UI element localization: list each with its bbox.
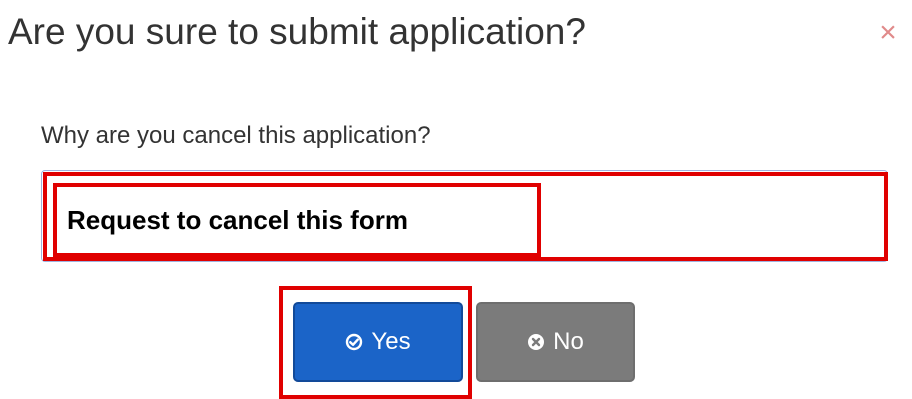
yes-button[interactable]: Yes: [293, 302, 463, 382]
no-button-label: No: [553, 328, 584, 355]
times-circle-icon: [527, 333, 545, 351]
check-circle-icon: [345, 333, 363, 351]
close-icon[interactable]: ×: [873, 18, 903, 48]
dialog-title: Are you sure to submit application?: [8, 11, 586, 52]
reason-question-label: Why are you cancel this application?: [41, 122, 431, 149]
no-button[interactable]: No: [476, 302, 635, 382]
confirm-dialog: Are you sure to submit application? × Wh…: [0, 0, 912, 399]
yes-button-label: Yes: [371, 328, 411, 355]
reason-input-value[interactable]: Request to cancel this form: [53, 183, 541, 257]
